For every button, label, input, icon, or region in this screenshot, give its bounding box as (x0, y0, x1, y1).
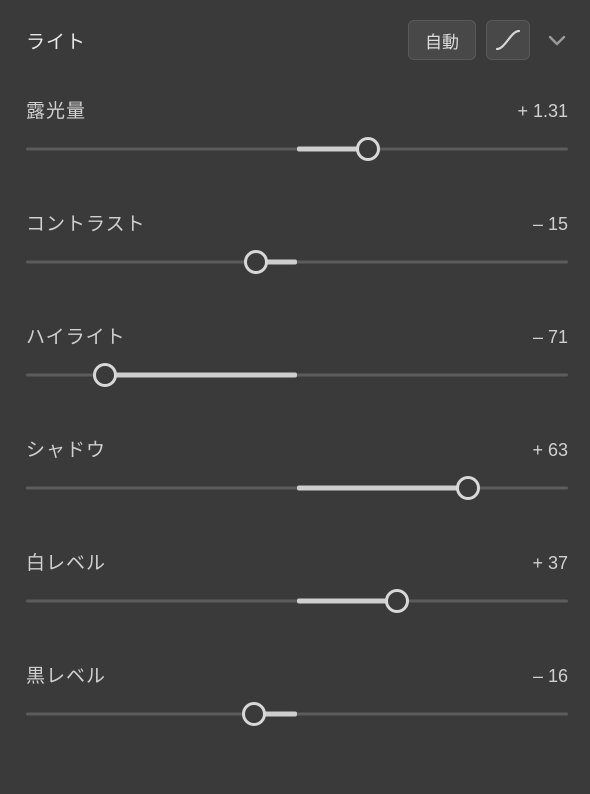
slider-group: 白レベル + 37 (26, 548, 568, 613)
slider-track[interactable] (26, 363, 568, 387)
slider-thumb[interactable] (385, 589, 409, 613)
slider-track[interactable] (26, 250, 568, 274)
slider-thumb[interactable] (356, 137, 380, 161)
slider-value[interactable]: – 71 (533, 327, 568, 348)
chevron-down-icon (548, 34, 566, 46)
slider-label: 白レベル (26, 548, 106, 575)
slider-group: シャドウ + 63 (26, 435, 568, 500)
slider-track-active (105, 373, 297, 378)
slider-track[interactable] (26, 137, 568, 161)
slider-value[interactable]: + 1.31 (517, 101, 568, 122)
slider-row: 白レベル + 37 (26, 548, 568, 575)
slider-row: ハイライト – 71 (26, 322, 568, 349)
slider-row: コントラスト – 15 (26, 209, 568, 236)
slider-thumb[interactable] (244, 250, 268, 274)
slider-value[interactable]: – 15 (533, 214, 568, 235)
auto-button-label: 自動 (425, 28, 459, 53)
slider-label: シャドウ (26, 435, 106, 462)
slider-group: ハイライト – 71 (26, 322, 568, 387)
panel-title: ライト (26, 27, 86, 54)
slider-group: 露光量 + 1.31 (26, 96, 568, 161)
header-controls: 自動 (408, 20, 568, 60)
tone-curve-button[interactable] (486, 20, 530, 60)
slider-track-active (297, 486, 468, 491)
slider-value[interactable]: – 16 (533, 666, 568, 687)
slider-track-base (26, 713, 568, 716)
slider-track-active (297, 599, 397, 604)
collapse-toggle[interactable] (546, 34, 568, 46)
slider-track[interactable] (26, 476, 568, 500)
slider-thumb[interactable] (242, 702, 266, 726)
slider-label: 黒レベル (26, 661, 106, 688)
slider-group: 黒レベル – 16 (26, 661, 568, 726)
slider-value[interactable]: + 37 (532, 553, 568, 574)
slider-track[interactable] (26, 589, 568, 613)
slider-value[interactable]: + 63 (532, 440, 568, 461)
auto-button[interactable]: 自動 (408, 20, 476, 60)
light-panel: ライト 自動 露光量 + 1.31 (0, 0, 590, 794)
slider-label: コントラスト (26, 209, 146, 236)
slider-row: シャドウ + 63 (26, 435, 568, 462)
slider-thumb[interactable] (93, 363, 117, 387)
slider-row: 黒レベル – 16 (26, 661, 568, 688)
slider-label: 露光量 (26, 96, 86, 123)
slider-thumb[interactable] (456, 476, 480, 500)
slider-track[interactable] (26, 702, 568, 726)
slider-track-base (26, 261, 568, 264)
panel-header: ライト 自動 (26, 20, 568, 60)
slider-group: コントラスト – 15 (26, 209, 568, 274)
sliders-container: 露光量 + 1.31 コントラスト – 15 ハイライト – 71 (26, 96, 568, 726)
curve-icon (495, 29, 521, 51)
slider-row: 露光量 + 1.31 (26, 96, 568, 123)
slider-label: ハイライト (26, 322, 126, 349)
